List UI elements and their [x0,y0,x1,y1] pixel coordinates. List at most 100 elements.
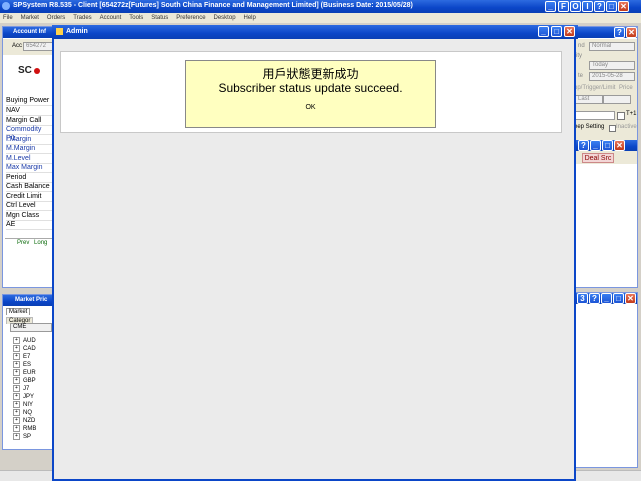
menu-tools[interactable]: Tools [129,13,143,23]
expand-icon[interactable]: + [13,353,20,360]
admin-window-icon [56,28,63,35]
row-ae: AE [6,220,53,230]
order-list-close-button[interactable]: ✕ [614,140,625,151]
menu-status[interactable]: Status [151,13,168,23]
account-info-panel: Account Inf Acc 654272 SC Buying Power N… [2,26,54,288]
row-max-margin[interactable]: Max Margin [6,163,53,173]
tree-item-eur[interactable]: + EUR [13,369,36,377]
right-lower-close-button[interactable]: ✕ [625,293,636,304]
menu-file[interactable]: File [3,13,13,23]
level-select[interactable]: Last [575,95,603,104]
order-close-button[interactable]: ✕ [626,27,637,38]
row-buying-power: Buying Power [6,96,53,106]
tab-prev[interactable]: Prev [17,240,29,246]
qty-field[interactable] [575,111,615,120]
right-lower-min-button[interactable]: _ [601,293,612,304]
tree-item-es[interactable]: + ES [13,361,31,369]
order-list-help-button[interactable]: ? [578,140,589,151]
order-list-max-button[interactable]: □ [602,140,613,151]
tree-item-aud[interactable]: + AUD [13,337,36,345]
app-title: SPSystem R8.535 - Client [654272z[Future… [13,2,413,9]
keep-setting-label: eep Setting [574,124,605,130]
tab-long[interactable]: Long [34,240,47,246]
menu-help[interactable]: Help [243,13,255,23]
order-panel-title-bar: ? ✕ [573,27,637,38]
menu-market[interactable]: Market [21,13,39,23]
condition-select[interactable]: Normal [589,42,635,51]
t1-label: T+1 [626,111,637,117]
account-subtabs: Prev Long [5,238,53,247]
admin-maximize-button[interactable]: □ [551,26,562,37]
restore-button[interactable]: □ [606,1,617,12]
admin-title-bar: Admin _ □ ✕ [52,25,578,39]
expand-icon[interactable]: + [13,417,20,424]
right-lower-title-bar: 3 ? _ □ ✕ [573,293,637,304]
tree-item-nq[interactable]: + NQ [13,409,32,417]
minimize-button[interactable]: _ [545,1,556,12]
company-logo: SC [18,65,53,81]
menu-orders[interactable]: Orders [47,13,65,23]
expand-icon[interactable]: + [13,385,20,392]
price-label: Price [619,85,633,91]
menu-account[interactable]: Account [100,13,122,23]
tree-item-rmb[interactable]: + RMB [13,425,36,433]
menu-preference[interactable]: Preference [176,13,205,23]
admin-title: Admin [66,28,88,35]
expand-icon[interactable]: + [13,377,20,384]
price-field[interactable] [603,95,631,104]
ok-button[interactable]: OK [296,103,326,112]
tree-item-gbp[interactable]: + GBP [13,377,36,385]
validity-label: ity [576,53,582,59]
tree-item-cad[interactable]: + CAD [13,345,36,353]
expand-icon[interactable]: + [13,433,20,440]
row-m-margin[interactable]: M.Margin [6,144,53,154]
expand-icon[interactable]: + [13,401,20,408]
expand-icon[interactable]: + [13,337,20,344]
tab-market[interactable]: Market [6,308,31,315]
top-button-o[interactable]: O [570,1,581,12]
tree-item-niy[interactable]: + NIY [13,401,33,409]
top-button-i[interactable]: I [582,1,593,12]
row-nav: NAV [6,106,53,116]
admin-close-button[interactable]: ✕ [564,26,575,37]
logo-text: SC [18,65,32,76]
help-button[interactable]: ? [594,1,605,12]
right-lower-help-button[interactable]: ? [589,293,600,304]
tree-item-j7[interactable]: + J7 [13,385,29,393]
menu-trades[interactable]: Trades [73,13,91,23]
status-message-box: 用戶狀態更新成功 Subscriber status update succee… [185,60,436,128]
inactive-checkbox[interactable] [609,125,616,132]
admin-minimize-button[interactable]: _ [538,26,549,37]
row-cash-balance: Cash Balance [6,182,53,192]
expand-icon[interactable]: + [13,369,20,376]
t1-checkbox[interactable] [617,112,625,120]
tree-item-jpy[interactable]: + JPY [13,393,34,401]
expand-icon[interactable]: + [13,425,20,432]
app-close-button[interactable]: ✕ [618,1,629,12]
menu-desktop[interactable]: Desktop [214,13,236,23]
deal-src-header[interactable]: Deal Src [582,153,614,163]
tree-item-sp[interactable]: + SP [13,433,31,441]
order-panel: ? ✕ nd Normal ity te Today 2015-05-28 op… [572,26,638,288]
validity-select[interactable]: Today [589,61,635,70]
tree-item-nzd[interactable]: + NZD [13,417,35,425]
message-chinese: 用戶狀態更新成功 [262,67,359,81]
top-button-f[interactable]: F [558,1,569,12]
expand-icon[interactable]: + [13,361,20,368]
right-lower-3-button[interactable]: 3 [577,293,588,304]
market-tabs: Market Categor [6,308,53,324]
order-list-min-button[interactable]: _ [590,140,601,151]
tree-item-e7[interactable]: + E7 [13,353,30,361]
acc-input[interactable]: 654272 [23,42,53,51]
row-commodity-pl[interactable]: Commodity P/L [6,125,53,142]
right-lower-max-button[interactable]: □ [613,293,624,304]
expand-icon[interactable]: + [13,393,20,400]
exchange-select[interactable]: CME [10,323,52,332]
date-field[interactable]: 2015-05-28 [589,72,635,81]
account-panel-title: Account Inf [13,29,46,35]
expand-icon[interactable]: + [13,409,20,416]
expand-icon[interactable]: + [13,345,20,352]
app-icon [2,2,10,10]
order-help-button[interactable]: ? [614,27,625,38]
message-english: Subscriber status update succeed. [218,81,403,95]
